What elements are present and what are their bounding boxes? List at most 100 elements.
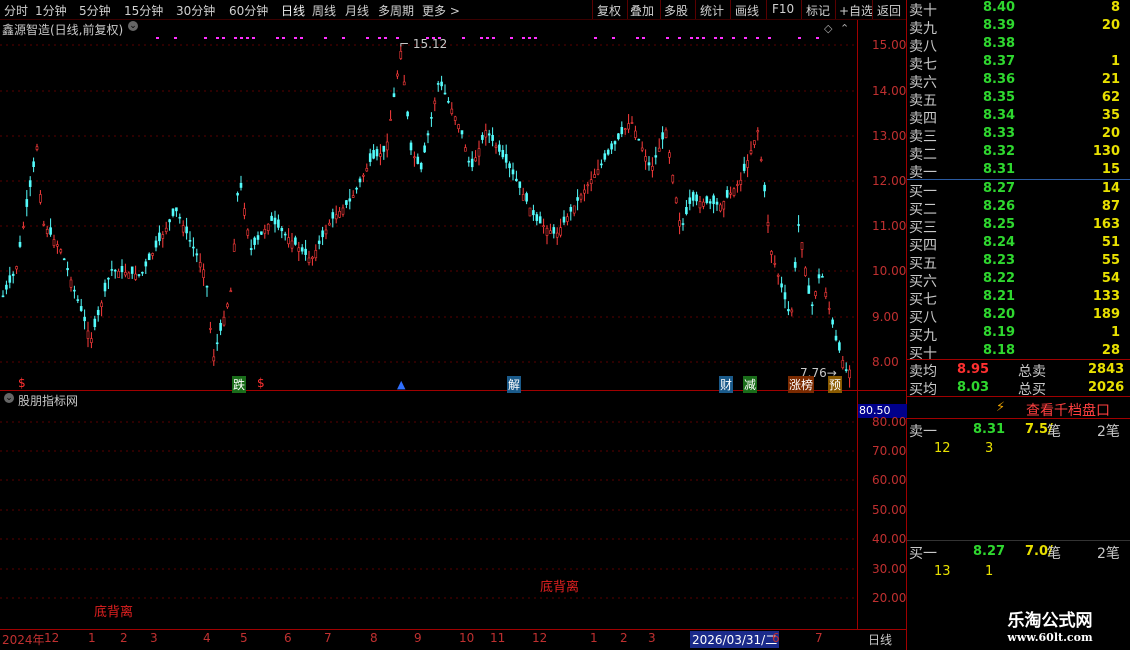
draw-button[interactable]: 画线 xyxy=(735,2,759,19)
event-badge[interactable]: $ xyxy=(17,376,27,390)
candle-body xyxy=(603,153,607,160)
candle-body xyxy=(729,192,732,195)
f10-button[interactable]: F10 xyxy=(772,2,794,16)
sell-level-row[interactable]: 卖三 8.33 20 xyxy=(907,126,1120,145)
candle-body xyxy=(722,201,726,210)
tab-5min[interactable]: 5分钟 xyxy=(79,2,111,19)
candle-body xyxy=(100,302,103,307)
candle-body xyxy=(790,309,794,313)
candle-body xyxy=(69,279,73,288)
candle-body xyxy=(1,295,5,298)
tab-60min[interactable]: 60分钟 xyxy=(229,2,268,19)
buy-level-row[interactable]: 买六 8.22 54 xyxy=(907,271,1120,290)
tab-multi-period[interactable]: 多周期 xyxy=(378,2,414,19)
tab-fenshi[interactable]: 分时 xyxy=(4,2,28,19)
axis-label: 20.00 xyxy=(872,591,907,605)
candlestick-chart[interactable] xyxy=(0,20,858,390)
mark-button[interactable]: 标记 xyxy=(806,2,830,19)
buy-level-row[interactable]: 买九 8.19 1 xyxy=(907,325,1120,344)
stats-button[interactable]: 统计 xyxy=(700,2,724,19)
tab-1min[interactable]: 1分钟 xyxy=(35,2,67,19)
tab-more[interactable]: 更多 > xyxy=(422,2,460,19)
level-volume: 55 xyxy=(1101,253,1120,268)
sell-level-row[interactable]: 卖一 8.31 15 xyxy=(907,162,1120,181)
candle-body xyxy=(535,214,539,221)
candle-body xyxy=(555,232,559,238)
fuquan-button[interactable]: 复权 xyxy=(597,2,621,19)
candle-body xyxy=(824,292,828,297)
candle-body xyxy=(307,257,311,263)
axis-label: 70.00 xyxy=(872,444,907,458)
axis-label: 9.00 xyxy=(872,310,899,324)
candle-body xyxy=(324,229,328,235)
signal-marker xyxy=(222,37,225,39)
buy-level-row[interactable]: 买三 8.25 163 xyxy=(907,217,1120,236)
signal-marker xyxy=(324,37,327,39)
queue-sell-count: 2笔 xyxy=(1097,424,1120,440)
depth-view-button[interactable]: 查看千档盘口 xyxy=(1026,400,1110,420)
level-label: 买九 xyxy=(909,328,937,344)
sell-level-row[interactable]: 卖二 8.32 130 xyxy=(907,144,1120,163)
event-badge[interactable]: $ xyxy=(256,376,266,390)
sell-level-row[interactable]: 卖十 8.40 8 xyxy=(907,0,1120,19)
level-price: 8.40 xyxy=(983,0,1016,15)
signal-marker xyxy=(300,37,303,39)
sell-level-row[interactable]: 卖七 8.37 1 xyxy=(907,54,1120,73)
diamond-icon[interactable]: ◇ xyxy=(824,22,832,35)
sell-level-row[interactable]: 卖四 8.34 35 xyxy=(907,108,1120,127)
add-watchlist-button[interactable]: +自选 xyxy=(839,2,873,19)
sell-level-row[interactable]: 卖五 8.35 62 xyxy=(907,90,1120,109)
level-label: 卖二 xyxy=(909,147,937,163)
period-indicator[interactable]: 日线 xyxy=(868,631,892,648)
candle-body xyxy=(171,208,175,216)
sell-total-label: 总卖 xyxy=(1018,364,1046,380)
candle-body xyxy=(147,253,151,261)
date-label: 6 xyxy=(284,631,292,645)
candle-body xyxy=(246,229,250,236)
sell-level-row[interactable]: 卖八 8.38 xyxy=(907,36,1120,55)
buy-level-row[interactable]: 买五 8.23 55 xyxy=(907,253,1120,272)
candle-body xyxy=(396,73,399,77)
buy-level-row[interactable]: 买七 8.21 133 xyxy=(907,289,1120,308)
candle-body xyxy=(797,224,800,226)
buy-level-row[interactable]: 买一 8.27 14 xyxy=(907,181,1120,200)
candle-body xyxy=(56,244,59,247)
sell-level-row[interactable]: 卖六 8.36 21 xyxy=(907,72,1120,91)
candle-body xyxy=(331,212,335,219)
indicator-title: 股朋指标网 xyxy=(18,394,79,408)
tab-weekly[interactable]: 周线 xyxy=(312,2,336,19)
candle-body xyxy=(593,174,596,178)
back-button[interactable]: 返回 xyxy=(877,2,901,19)
candle-body xyxy=(205,285,209,288)
chevron-down-icon[interactable]: ⌄ xyxy=(4,393,14,403)
level-price: 8.36 xyxy=(983,72,1016,87)
candle-body xyxy=(685,207,688,215)
candle-body xyxy=(300,247,304,252)
chevron-down-icon[interactable]: ⌄ xyxy=(128,21,138,31)
tab-30min[interactable]: 30分钟 xyxy=(176,2,215,19)
watermark-name: 乐淘公式网 xyxy=(1007,611,1093,631)
signal-marker xyxy=(252,37,255,39)
candle-body xyxy=(763,184,766,192)
buy-avg-label: 买均 xyxy=(909,382,937,398)
tab-monthly[interactable]: 月线 xyxy=(345,2,369,19)
candle-body xyxy=(277,219,280,228)
buy-level-row[interactable]: 买八 8.20 189 xyxy=(907,307,1120,326)
expand-icon[interactable]: ⌃ xyxy=(840,22,849,35)
buy-level-row[interactable]: 买二 8.26 87 xyxy=(907,199,1120,218)
sell-level-row[interactable]: 卖九 8.39 20 xyxy=(907,18,1120,37)
tab-15min[interactable]: 15分钟 xyxy=(124,2,163,19)
overlay-button[interactable]: 叠加 xyxy=(630,2,654,19)
queue-buy-label: 买一 xyxy=(909,546,937,562)
level-price: 8.26 xyxy=(983,199,1016,214)
candle-body xyxy=(321,230,324,238)
candle-body xyxy=(800,242,804,250)
buy-level-row[interactable]: 买四 8.24 51 xyxy=(907,235,1120,254)
indicator-panel[interactable] xyxy=(0,391,858,629)
level-volume: 28 xyxy=(1101,343,1120,358)
tab-daily[interactable]: 日线 xyxy=(281,2,305,19)
candle-body xyxy=(644,156,647,162)
level-label: 卖四 xyxy=(909,111,937,127)
multi-stock-button[interactable]: 多股 xyxy=(664,2,688,19)
candle-body xyxy=(137,274,141,276)
